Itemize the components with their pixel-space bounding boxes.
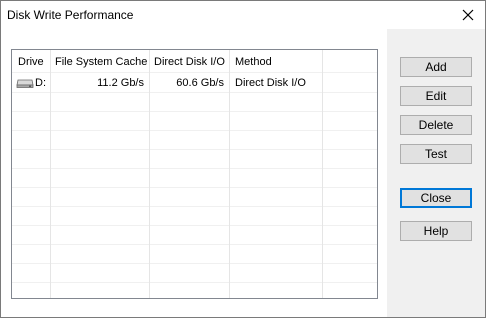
cell-method: Direct Disk I/O (235, 77, 306, 89)
cell-file-system-cache: 11.2 Gb/s (97, 77, 144, 89)
column-header-drive[interactable]: Drive (18, 56, 44, 68)
cell-drive: D: (35, 77, 46, 89)
window-title: Disk Write Performance (7, 8, 134, 22)
help-button[interactable]: Help (400, 221, 472, 241)
close-button[interactable]: Close (400, 188, 472, 208)
dialog-client: Drive File System Cache Direct Disk I/O … (1, 29, 485, 317)
drive-icon (16, 79, 34, 88)
dialog-window: Disk Write Performance Drive File System… (0, 0, 486, 318)
drive-list[interactable]: Drive File System Cache Direct Disk I/O … (11, 49, 378, 299)
title-bar: Disk Write Performance (1, 1, 485, 29)
test-button[interactable]: Test (400, 144, 472, 164)
list-panel: Drive File System Cache Direct Disk I/O … (1, 29, 387, 317)
close-window-button[interactable] (451, 1, 485, 29)
cell-direct-disk-io: 60.6 Gb/s (176, 77, 224, 89)
delete-button[interactable]: Delete (400, 115, 472, 135)
column-header-file-system-cache[interactable]: File System Cache (55, 56, 147, 68)
edit-button[interactable]: Edit (400, 86, 472, 106)
column-header-method[interactable]: Method (235, 56, 272, 68)
close-icon (462, 9, 474, 21)
column-header-direct-disk-io[interactable]: Direct Disk I/O (154, 56, 225, 68)
add-button[interactable]: Add (400, 57, 472, 77)
